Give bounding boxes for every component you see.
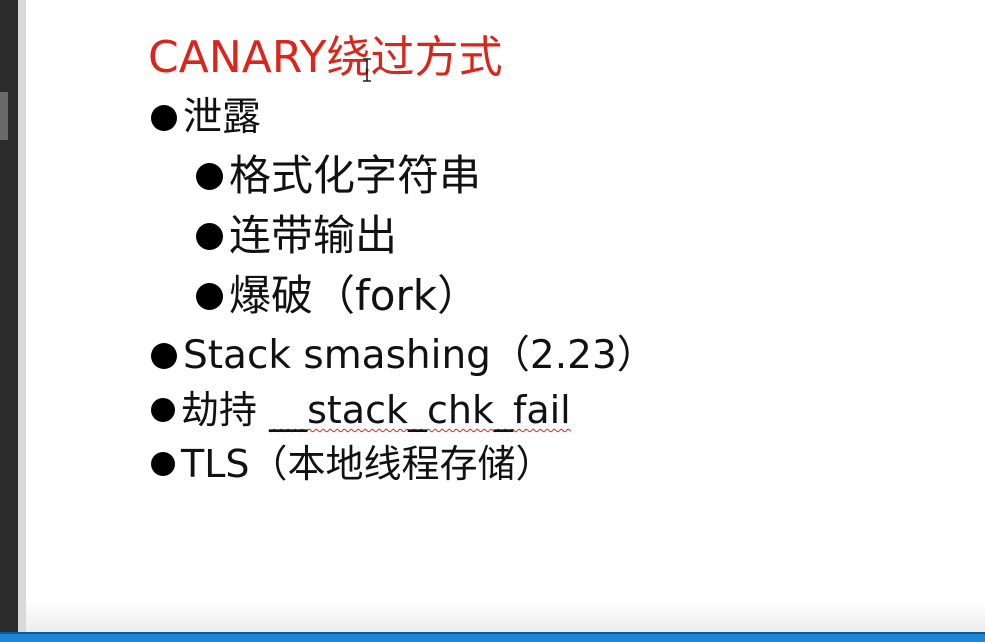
presentation-window: CANARY绕过方式 泄露 格式化字符串 连带输出 爆破（fork） Stack… [0,0,985,642]
taskbar-edge [0,632,985,634]
text-cursor-icon [363,58,371,82]
bullet-item-bruteforce-fork[interactable]: 爆破（fork） [196,268,479,324]
slide-bottom-shadow [26,600,985,632]
bullet-text-spellcheck: __stack_chk_fail [269,388,571,432]
bullet-item-leak[interactable]: 泄露 [151,92,261,144]
bullet-item-chained-output[interactable]: 连带输出 [196,208,397,264]
slide-left-border [18,0,26,632]
bullet-dot-icon [151,452,175,476]
bullet-text: 连带输出 [229,211,398,260]
bullet-item-tls[interactable]: TLS（本地线程存储） [151,439,554,489]
bullet-dot-icon [196,222,223,250]
slide-title[interactable]: CANARY绕过方式 [148,30,502,86]
bullet-dot-icon [196,162,223,190]
bullet-text: Stack smashing（2.23） [183,333,656,378]
bullet-dot-icon [196,282,223,310]
bullet-dot-icon [151,343,177,369]
bullet-dot-icon [151,105,177,131]
bullet-item-stack-smashing[interactable]: Stack smashing（2.23） [151,330,656,382]
taskbar-strip [0,632,985,642]
bullet-text: TLS（本地线程存储） [181,442,554,486]
bullet-text: 格式化字符串 [229,151,482,200]
bullet-text-prefix: 劫持 [181,388,270,432]
bullet-dot-icon [151,398,175,422]
bullet-text: 爆破（fork） [229,271,480,320]
bullet-item-hijack-stack-chk-fail[interactable]: 劫持 __stack_chk_fail [151,385,571,435]
side-scrollbar-thumb[interactable] [0,92,8,140]
bullet-item-format-string[interactable]: 格式化字符串 [196,148,481,204]
bullet-text: 泄露 [183,95,262,140]
editor-side-panel [0,0,18,632]
